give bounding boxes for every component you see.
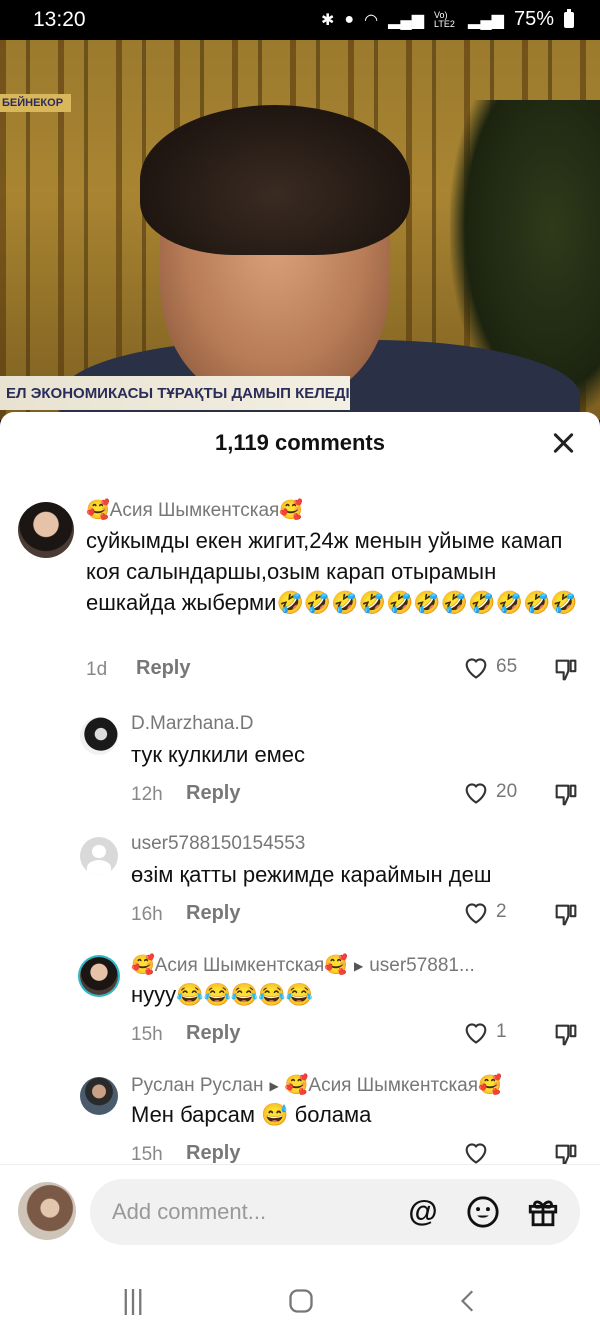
comments-count-title: 1,119 comments: [215, 430, 385, 455]
comment-author[interactable]: Руслан Руслан ▶ 🥰Асия Шымкентская🥰: [131, 1073, 502, 1097]
reply-button[interactable]: Reply: [136, 657, 190, 680]
dislike-icon[interactable]: [552, 781, 580, 809]
bluetooth-icon: ✱: [321, 11, 335, 29]
comment-time: 16h: [131, 904, 163, 925]
like-button[interactable]: 2: [462, 899, 507, 925]
wifi-icon: ◠: [364, 11, 379, 29]
comments-list[interactable]: 🥰Асия Шымкентская🥰 суйкымды екен жигит,2…: [0, 482, 600, 1164]
like-button[interactable]: 20: [462, 779, 517, 805]
comment-input-placeholder[interactable]: Add comment...: [112, 1199, 266, 1225]
reply-button[interactable]: Reply: [186, 1022, 240, 1045]
heart-icon: [465, 1023, 487, 1044]
like-button[interactable]: 65: [462, 654, 517, 680]
comment-time: 12h: [131, 784, 163, 805]
home-icon[interactable]: [281, 1284, 321, 1318]
dislike-icon[interactable]: [552, 1141, 580, 1164]
comments-sheet: 1,119 comments 🥰Асия Шымкентская🥰 суйкым…: [0, 412, 600, 1332]
reply-arrow-icon: ▶: [353, 958, 364, 973]
reply-button[interactable]: Reply: [186, 782, 240, 805]
author-name[interactable]: 🥰Асия Шымкентская🥰: [131, 955, 348, 976]
gift-icon[interactable]: [524, 1193, 562, 1231]
system-nav-bar: |||: [0, 1272, 600, 1332]
like-count: 1: [496, 1021, 507, 1042]
emoji-icon[interactable]: [464, 1193, 502, 1231]
volte-icon: Vo) LTE2: [434, 9, 455, 29]
person-hair: [140, 105, 410, 255]
status-time: 13:20: [33, 8, 86, 31]
reply-button[interactable]: Reply: [186, 1142, 240, 1164]
close-icon[interactable]: [548, 428, 578, 458]
reply-button[interactable]: Reply: [186, 902, 240, 925]
status-bar: 13:20 ✱ ● ◠ ▂▄▆ Vo) LTE2 ▂▄▆ 75%: [0, 0, 600, 40]
dislike-icon[interactable]: [552, 901, 580, 929]
author-name[interactable]: Руслан Руслан: [131, 1075, 264, 1096]
heart-icon: [465, 658, 487, 679]
comment-author[interactable]: D.Marzhana.D: [131, 713, 254, 735]
location-icon: ●: [344, 10, 355, 28]
comment-author[interactable]: user5788150154553: [131, 833, 305, 855]
comment-text: нууу😂😂😂😂😂: [131, 982, 314, 1007]
back-icon[interactable]: [449, 1284, 489, 1318]
avatar[interactable]: [80, 1077, 118, 1115]
avatar[interactable]: [80, 837, 118, 875]
comment-time: 15h: [131, 1144, 163, 1164]
comment-input[interactable]: Add comment... @: [90, 1179, 580, 1245]
heart-icon: [465, 903, 487, 924]
recent-apps-icon[interactable]: |||: [113, 1284, 153, 1318]
video-caption: ЕЛ ЭКОНОМИКАСЫ ТҰРАҚТЫ ДАМЫП КЕЛЕДІ: [0, 376, 350, 410]
comment-text: суйкымды екен жигит,24ж менын уйыме кама…: [86, 528, 578, 615]
channel-tag: БЕЙНЕКОР: [0, 94, 72, 112]
dislike-icon[interactable]: [552, 656, 580, 684]
heart-icon: [465, 783, 487, 804]
like-count: 65: [496, 656, 518, 677]
avatar[interactable]: [80, 717, 118, 755]
reply-to-name[interactable]: user57881...: [369, 955, 475, 976]
my-avatar[interactable]: [18, 1182, 76, 1240]
status-icons: ✱ ● ◠ ▂▄▆ Vo) LTE2 ▂▄▆ 75%: [321, 8, 574, 31]
signal-icon: ▂▄▆: [388, 11, 425, 29]
comment-text: тук кулкили емес: [131, 742, 306, 767]
signal-icon: ▂▄▆: [468, 11, 504, 29]
like-count: 2: [496, 901, 507, 922]
comment-author[interactable]: 🥰Асия Шымкентская🥰: [86, 498, 303, 522]
avatar[interactable]: [18, 502, 74, 558]
video-player[interactable]: БЕЙНЕКОР ЕЛ ЭКОНОМИКАСЫ ТҰРАҚТЫ ДАМЫП КЕ…: [0, 40, 600, 420]
like-button[interactable]: [462, 1139, 496, 1164]
comment-composer: Add comment... @: [0, 1164, 600, 1265]
mention-icon[interactable]: @: [404, 1193, 442, 1231]
comment-author[interactable]: 🥰Асия Шымкентская🥰 ▶ user57881...: [131, 953, 475, 977]
comment-time: 15h: [131, 1024, 163, 1045]
heart-icon: [465, 1143, 487, 1164]
battery-percent: 75%: [513, 8, 554, 30]
like-count: 20: [496, 781, 518, 802]
comment-text: Мен барсам 😅 болама: [131, 1102, 372, 1127]
avatar[interactable]: [80, 957, 118, 995]
dislike-icon[interactable]: [552, 1021, 580, 1049]
comment-text: өзім қатты режимде караймын деш: [131, 862, 492, 887]
comment-time: 1d: [86, 659, 108, 680]
battery-icon: [564, 8, 574, 28]
reply-arrow-icon: ▶: [269, 1078, 279, 1093]
reply-to-name[interactable]: 🥰Асия Шымкентская🥰: [285, 1075, 502, 1096]
like-button[interactable]: 1: [462, 1019, 507, 1045]
